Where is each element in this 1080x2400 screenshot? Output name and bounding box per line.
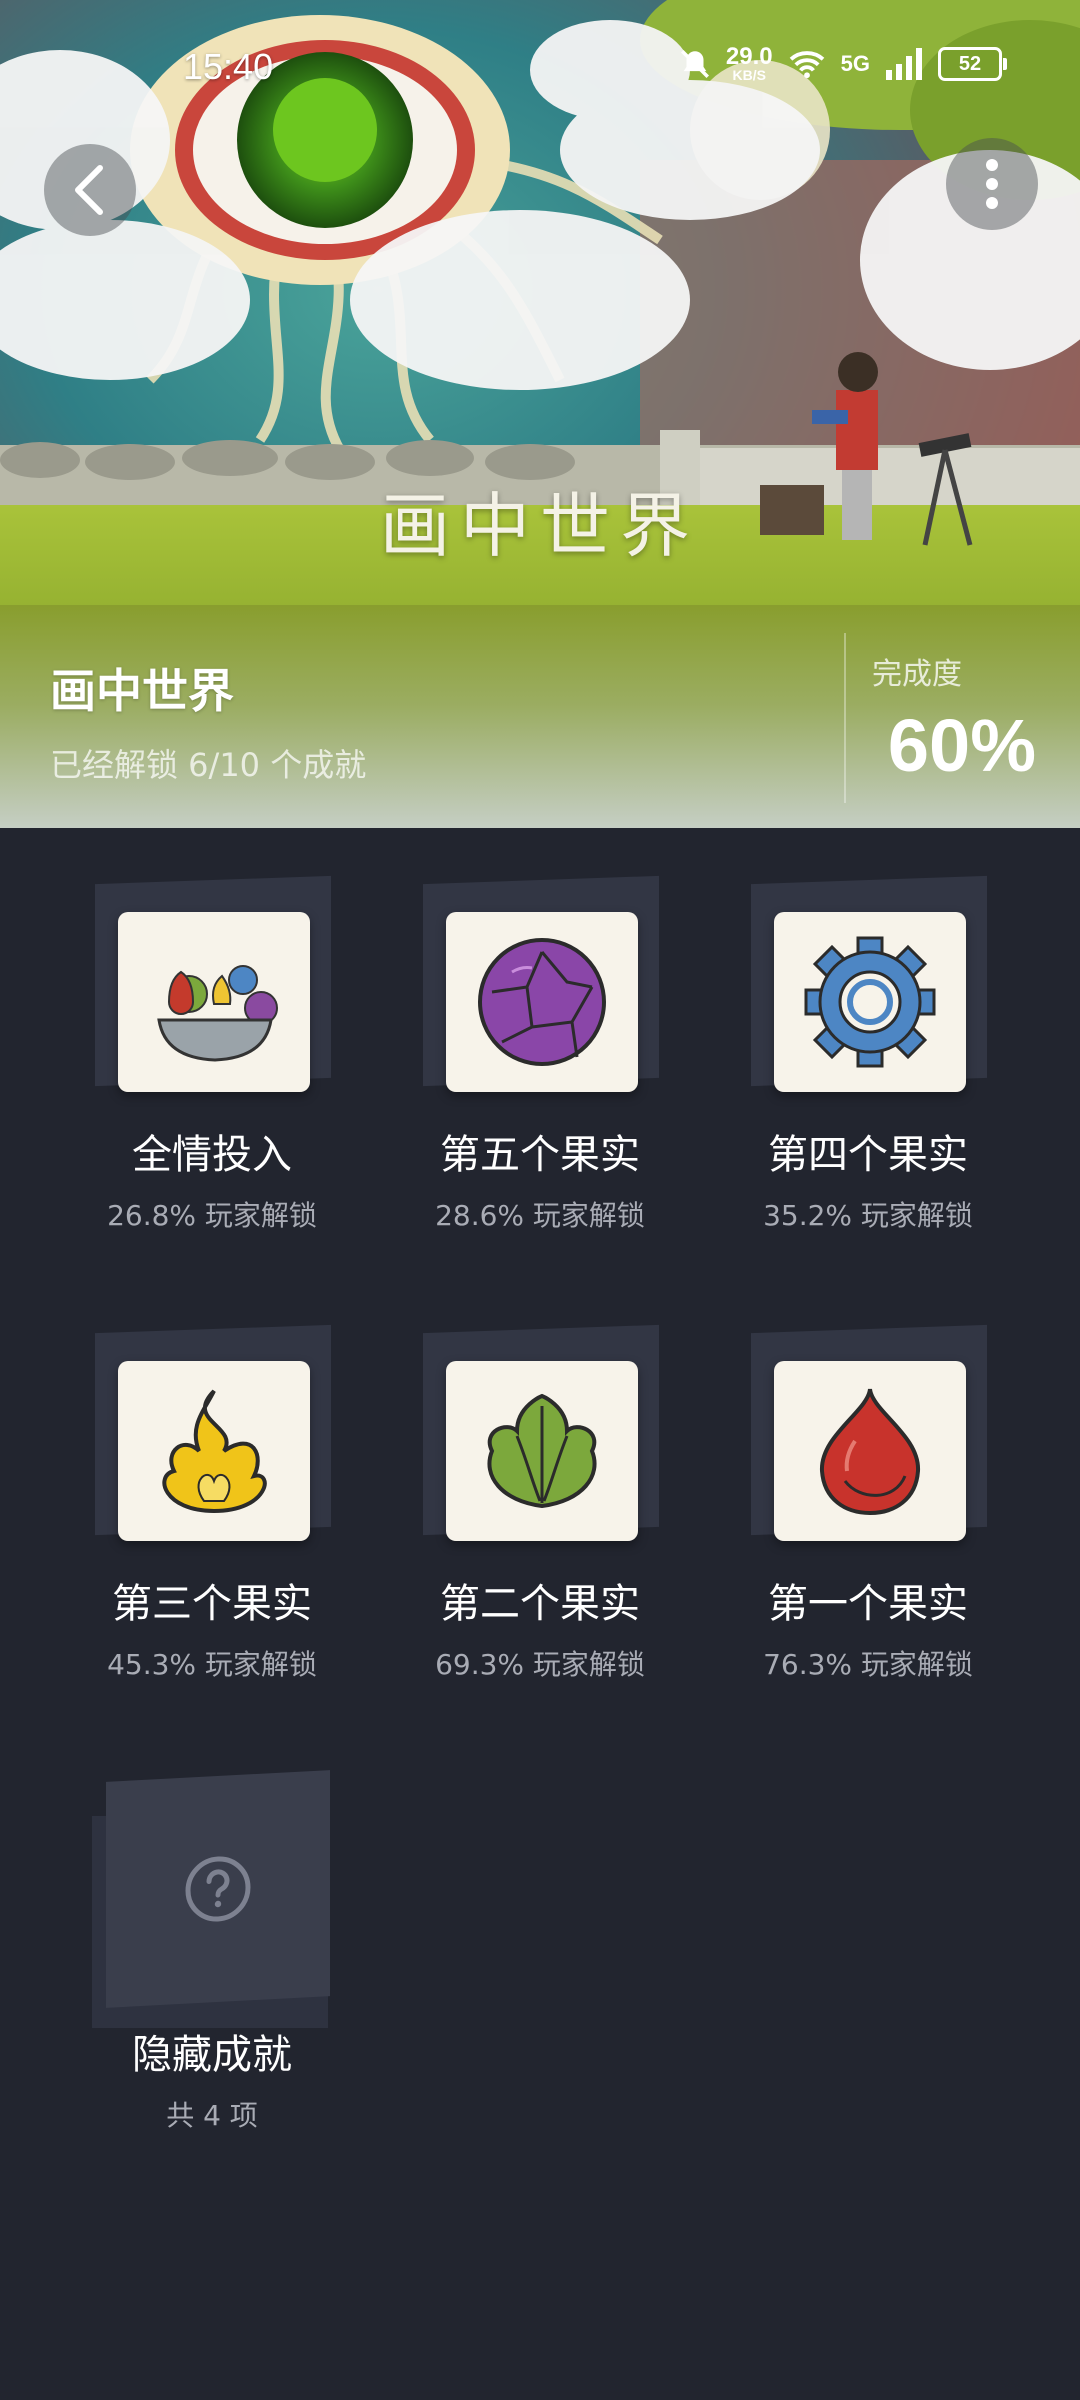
- achievement-unlock-rate: 69.3% 玩家解锁: [435, 1648, 645, 1681]
- achievement-unlock-rate: 28.6% 玩家解锁: [435, 1199, 645, 1232]
- completion-label: 完成度: [872, 657, 962, 692]
- achievement-card: [92, 856, 332, 1096]
- achievement-card: [92, 1305, 332, 1545]
- game-name: 画中世界: [50, 664, 234, 718]
- achievement-name: 第三个果实: [112, 1581, 312, 1627]
- hidden-achievements-title: 隐藏成就: [132, 2032, 292, 2078]
- card-front: [118, 912, 310, 1092]
- game-info-panel: 画中世界 已经解锁 6/10 个成就 完成度 60%: [0, 605, 1080, 828]
- achievement-unlock-rate: 45.3% 玩家解锁: [107, 1648, 317, 1681]
- question-circle-icon: [185, 1856, 251, 1922]
- status-bar: 15:40 29.0 KB/S 5G 52: [0, 0, 1080, 130]
- achievement-unlock-rate: 76.3% 玩家解锁: [763, 1648, 973, 1681]
- battery-icon: 52: [938, 47, 1007, 81]
- card-front: [446, 1361, 638, 1541]
- network-speed: 29.0 KB/S: [725, 43, 773, 83]
- more-options-button[interactable]: [946, 138, 1038, 230]
- achievement-unlock-rate: 35.2% 玩家解锁: [763, 1199, 973, 1232]
- achievement-unlock-rate: 26.8% 玩家解锁: [107, 1199, 317, 1232]
- achievement-name: 第四个果实: [768, 1132, 968, 1178]
- achievement-name: 第二个果实: [440, 1581, 640, 1627]
- green-leaf-fruit-icon: [487, 1393, 597, 1509]
- mute-icon: [680, 49, 709, 79]
- back-button[interactable]: [44, 144, 136, 236]
- fruit-bowl-icon: [157, 965, 278, 1062]
- achievement-item[interactable]: 第三个果实 45.3% 玩家解锁: [82, 1305, 342, 1683]
- achievement-name: 第一个果实: [768, 1581, 968, 1627]
- blue-gear-fruit-icon: [804, 936, 936, 1068]
- card-front: [106, 1770, 330, 2008]
- card-front: [118, 1361, 310, 1541]
- card-front: [446, 912, 638, 1092]
- network-type: 5G: [840, 51, 870, 76]
- achievement-item[interactable]: 第五个果实 28.6% 玩家解锁: [410, 856, 670, 1234]
- status-time: 15:40: [183, 46, 274, 87]
- network-speed-value: 29.0: [725, 43, 773, 70]
- status-icons: 29.0 KB/S 5G 52: [678, 43, 1007, 83]
- achievement-card: [748, 856, 988, 1096]
- completion-value: 60%: [887, 704, 1036, 787]
- achievement-card: [420, 1305, 660, 1545]
- hidden-achievements-item[interactable]: 隐藏成就 共 4 项: [82, 1756, 342, 2134]
- info-divider: [844, 633, 846, 803]
- achievement-name: 全情投入: [132, 1132, 292, 1178]
- achievement-item[interactable]: 第一个果实 76.3% 玩家解锁: [738, 1305, 998, 1683]
- achievement-name: 第五个果实: [440, 1132, 640, 1178]
- more-vertical-icon: [986, 159, 998, 209]
- red-drop-fruit-icon: [819, 1388, 921, 1516]
- achievement-card: [420, 856, 660, 1096]
- unlock-summary: 已经解锁 6/10 个成就: [50, 746, 367, 784]
- yellow-flame-fruit-icon: [162, 1389, 267, 1514]
- banner-title-art: 画中世界: [380, 485, 700, 567]
- network-speed-unit: KB/S: [732, 67, 766, 83]
- achievement-card: [748, 1305, 988, 1545]
- card-front: [774, 912, 966, 1092]
- achievement-item[interactable]: 第四个果实 35.2% 玩家解锁: [738, 856, 998, 1234]
- achievements-page: 画中世界 15:40 29.0 KB/S 5G 52 画中世界 已经解锁 6/1…: [0, 0, 1080, 2400]
- chevron-left-icon: [75, 165, 103, 215]
- purple-cracked-fruit-icon: [478, 938, 606, 1066]
- wifi-icon: [789, 51, 824, 79]
- game-banner: 画中世界 15:40 29.0 KB/S 5G 52 画中世界 已经解锁 6/1…: [0, 0, 1080, 828]
- achievement-item[interactable]: 全情投入 26.8% 玩家解锁: [82, 856, 342, 1234]
- achievement-item[interactable]: 第二个果实 69.3% 玩家解锁: [410, 1305, 670, 1683]
- hidden-achievements-count: 共 4 项: [166, 2099, 258, 2132]
- card-front: [774, 1361, 966, 1541]
- signal-icon: [886, 48, 922, 80]
- hidden-achievement-card: [92, 1756, 332, 2028]
